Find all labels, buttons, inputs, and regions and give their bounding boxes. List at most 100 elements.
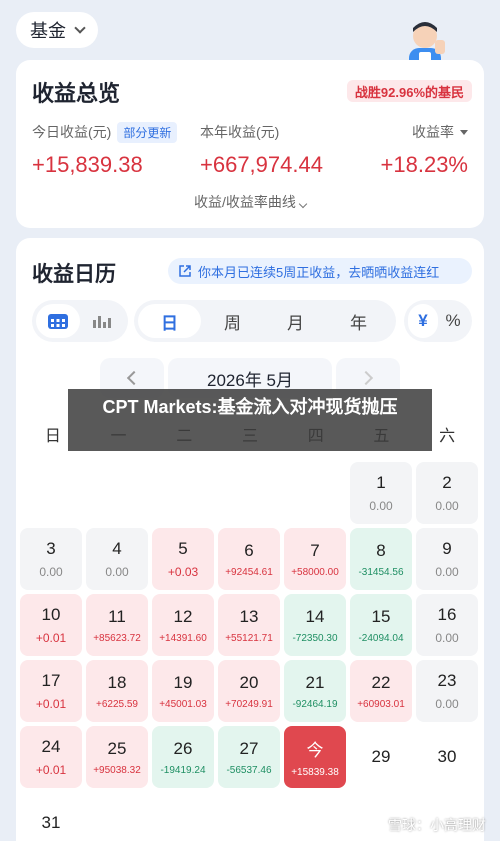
earnings-overview-card: 收益总览 战胜92.96%的基民 今日收益(元) 部分更新 +15,839.38…: [16, 60, 484, 228]
day-number: 11: [108, 606, 126, 626]
tab-month[interactable]: 月: [264, 304, 327, 338]
watermark-text: 雪球：小高理财: [388, 817, 486, 833]
calendar-day-cell[interactable]: 24 +0.01: [20, 726, 82, 788]
calendar-day-cell[interactable]: 29: [350, 726, 412, 788]
day-earnings-value: +45001.03: [159, 698, 207, 710]
calendar-day-cell[interactable]: 22 +60903.01: [350, 660, 412, 722]
calendar-day-cell[interactable]: 21 -92464.19: [284, 660, 346, 722]
unit-percent-button[interactable]: %: [438, 304, 468, 338]
top-bar: 基金: [0, 0, 500, 86]
return-rate[interactable]: 收益率 +18.23%: [381, 122, 468, 178]
day-number: 今: [306, 741, 324, 760]
calendar-day-cell[interactable]: 3 0.00: [20, 528, 82, 590]
day-number: 3: [46, 539, 56, 558]
day-number: 25: [107, 738, 127, 758]
day-earnings-value: -19419.24: [160, 764, 206, 776]
calendar-day-cell[interactable]: 17 +0.01: [20, 660, 82, 722]
day-number: 10: [41, 605, 61, 624]
day-number: 13: [239, 606, 259, 626]
calendar-day-cell[interactable]: 20 +70249.91: [218, 660, 280, 722]
today-earnings-label: 今日收益(元): [32, 124, 112, 140]
calendar-day-cell[interactable]: 18 +6225.59: [86, 660, 148, 722]
empty-cell: [152, 462, 214, 524]
overview-title: 收益总览: [32, 81, 121, 106]
unit-toggle: ¥ %: [404, 300, 472, 342]
day-earnings-value: 0.00: [369, 499, 393, 513]
calendar-day-cell[interactable]: 1 0.00: [350, 462, 412, 524]
calendar-day-cell[interactable]: 今 +15839.38: [284, 726, 346, 788]
year-earnings-value: +667,974.44: [200, 152, 323, 177]
chevron-down-icon: [298, 199, 308, 209]
bar-chart-view-button[interactable]: [80, 304, 124, 338]
calendar-day-cell[interactable]: 4 0.00: [86, 528, 148, 590]
day-number: 6: [244, 540, 254, 560]
calendar-day-cell[interactable]: 13 +55121.71: [218, 594, 280, 656]
tab-day[interactable]: 日: [138, 304, 201, 338]
watermark: 雪球：小高理财: [388, 815, 486, 835]
calendar-day-cell[interactable]: 30: [416, 726, 478, 788]
tab-year[interactable]: 年: [327, 304, 390, 338]
calendar-day-cell[interactable]: 9 0.00: [416, 528, 478, 590]
curve-toggle-link[interactable]: 收益/收益率曲线: [16, 192, 484, 212]
day-earnings-value: -72350.30: [292, 632, 338, 644]
day-number: 9: [442, 539, 452, 558]
calendar-day-cell[interactable]: 19 +45001.03: [152, 660, 214, 722]
calendar-day-cell[interactable]: 23 0.00: [416, 660, 478, 722]
calendar-day-cell[interactable]: 7 +58000.00: [284, 528, 346, 590]
calendar-title: 收益日历: [32, 263, 116, 286]
chevron-right-icon: [358, 370, 374, 386]
period-tabs: 日 周 月 年: [134, 300, 396, 342]
day-number: 22: [371, 672, 391, 692]
year-earnings-label: 本年收益(元): [200, 124, 280, 140]
day-earnings-value: 0.00: [39, 565, 63, 579]
calendar-day-cell[interactable]: 25 +95038.32: [86, 726, 148, 788]
bar-chart-icon: [93, 316, 111, 328]
day-earnings-value: 0.00: [105, 565, 129, 579]
calendar-day-cell[interactable]: 8 -31454.56: [350, 528, 412, 590]
view-type-toggle: [32, 300, 128, 342]
calendar-day-cell[interactable]: 16 0.00: [416, 594, 478, 656]
calendar-day-cell[interactable]: 11 +85623.72: [86, 594, 148, 656]
fund-type-selector[interactable]: 基金: [16, 12, 98, 48]
day-earnings-value: -24094.04: [358, 632, 404, 644]
curve-link-label: 收益/收益率曲线: [194, 194, 296, 210]
day-earnings-value: +0.01: [35, 631, 67, 645]
day-number: 29: [371, 747, 391, 766]
year-earnings: 本年收益(元) +667,974.44: [200, 122, 323, 178]
day-number: 14: [305, 606, 325, 626]
calendar-day-cell[interactable]: 5 +0.03: [152, 528, 214, 590]
calendar-day-cell[interactable]: 15 -24094.04: [350, 594, 412, 656]
calendar-day-cell[interactable]: 31: [20, 792, 82, 841]
calendar-day-cell[interactable]: 26 -19419.24: [152, 726, 214, 788]
today-earnings-value: +15,839.38: [32, 152, 143, 177]
unit-currency-button[interactable]: ¥: [408, 304, 438, 338]
day-number: 27: [239, 738, 259, 758]
day-earnings-value: 0.00: [435, 697, 459, 711]
day-number: 4: [112, 539, 122, 558]
day-number: 7: [310, 540, 320, 560]
calendar-day-grid: 1 0.00 2 0.00 3 0.00 4 0.00 5 +0.03 6 +92454.61 7 +58…: [20, 462, 480, 841]
calendar-view-button[interactable]: [36, 304, 80, 338]
calendar-day-cell[interactable]: 10 +0.01: [20, 594, 82, 656]
day-earnings-value: 0.00: [435, 499, 459, 513]
calendar-day-cell[interactable]: 27 -56537.46: [218, 726, 280, 788]
streak-share-banner[interactable]: 你本月已连续5周正收益，去晒晒收益连红: [168, 258, 472, 284]
win-rate-badge[interactable]: 战胜92.96%的基民: [346, 80, 472, 102]
day-earnings-value: +0.01: [35, 697, 67, 711]
calendar-day-cell[interactable]: 6 +92454.61: [218, 528, 280, 590]
calendar-day-cell[interactable]: 12 +14391.60: [152, 594, 214, 656]
day-earnings-value: +0.01: [35, 763, 67, 777]
day-number: 30: [437, 747, 457, 766]
calendar-grid-icon: [48, 314, 68, 329]
tab-week[interactable]: 周: [201, 304, 264, 338]
day-number: 17: [41, 671, 61, 690]
calendar-day-cell[interactable]: 14 -72350.30: [284, 594, 346, 656]
empty-cell: [20, 462, 82, 524]
calendar-day-cell[interactable]: 2 0.00: [416, 462, 478, 524]
day-number: 8: [376, 540, 386, 560]
day-earnings-value: -92464.19: [292, 698, 338, 710]
day-number: 5: [178, 539, 188, 558]
day-number: 12: [173, 606, 193, 626]
day-earnings-value: +70249.91: [225, 698, 273, 710]
day-number: 26: [173, 738, 193, 758]
